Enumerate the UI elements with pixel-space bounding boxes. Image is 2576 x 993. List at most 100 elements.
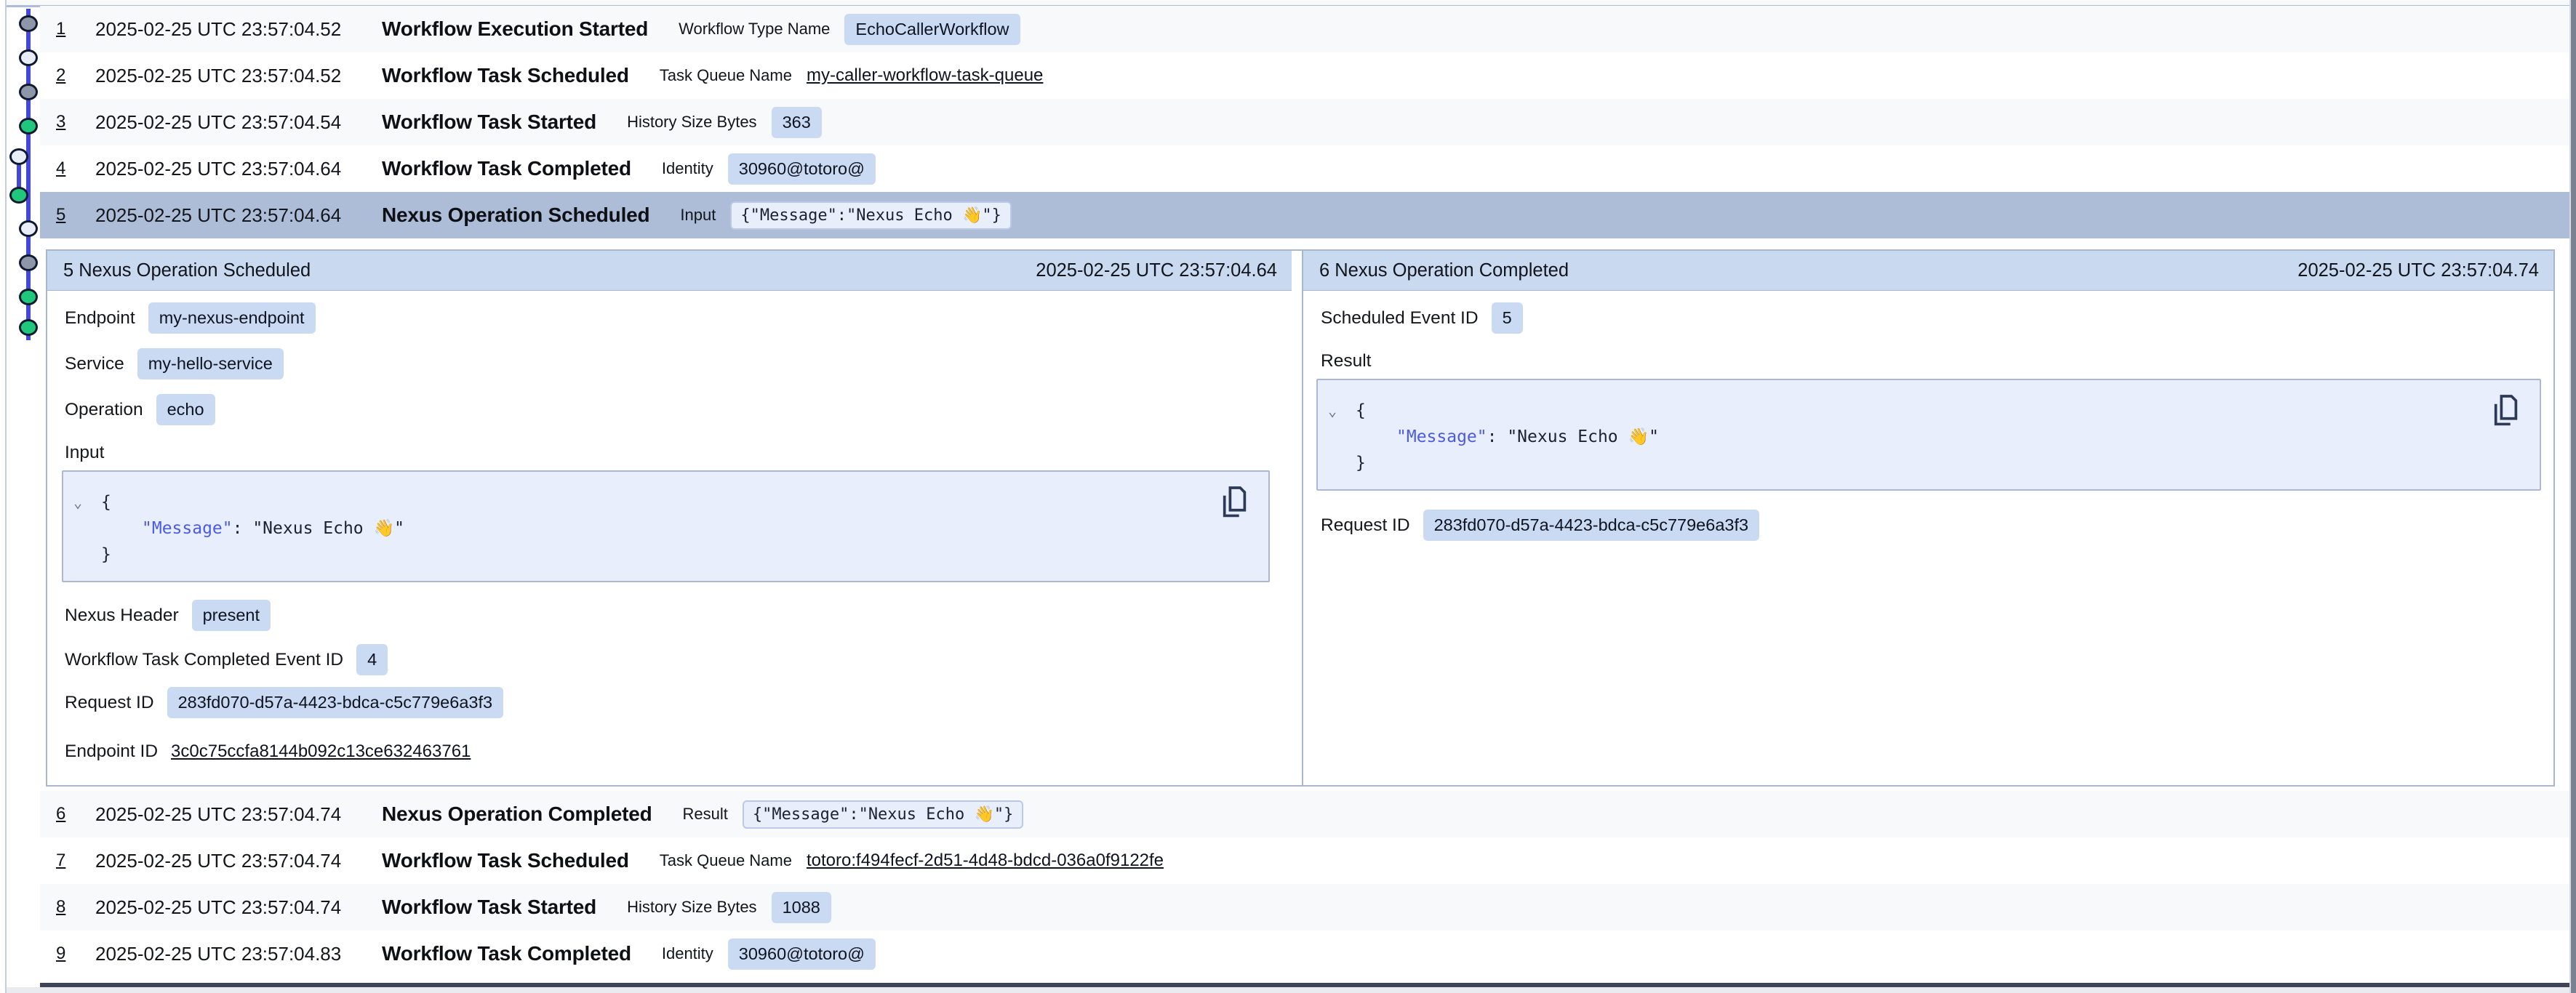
event-dot-5[interactable] (9, 148, 28, 165)
event-row-6[interactable]: 6 2025-02-25 UTC 23:57:04.74 Nexus Opera… (40, 791, 2569, 837)
input-json-viewer: ⌄{ "Message": "Nexus Echo 👋" } (62, 470, 1270, 582)
input-section-label: Input (65, 443, 1302, 463)
field-value-badge: my-hello-service (137, 348, 284, 379)
event-dot-7[interactable] (19, 220, 38, 237)
event-id-link[interactable]: 5 (56, 205, 78, 225)
field-label: Service (65, 354, 124, 374)
field-value-badge: 283fd070-d57a-4423-bdca-c5c779e6a3f3 (1423, 510, 1760, 541)
task-queue-link[interactable]: totoro:f494fecf-2d51-4d48-bdcd-036a0f912… (807, 851, 1164, 871)
event-row-2[interactable]: 2 2025-02-25 UTC 23:57:04.52 Workflow Ta… (40, 52, 2569, 99)
json-line-open: ⌄{ (1328, 398, 2525, 424)
attr-label: Task Queue Name (660, 851, 792, 870)
copy-icon[interactable] (1219, 485, 1248, 520)
attr-value-json-badge[interactable]: {"Message":"Nexus Echo 👋"} (730, 201, 1012, 230)
collapse-chevron-icon[interactable]: ⌄ (1328, 398, 1356, 424)
event-timestamp: 2025-02-25 UTC 23:57:04.74 (95, 803, 382, 826)
json-line-open: ⌄{ (73, 489, 1254, 515)
field-label: Scheduled Event ID (1321, 308, 1479, 329)
detail-panel-header[interactable]: 5 Nexus Operation Scheduled 2025-02-25 U… (47, 251, 1292, 291)
field-label: Operation (65, 400, 143, 420)
event-timestamp: 2025-02-25 UTC 23:57:04.74 (95, 850, 382, 872)
event-timestamp: 2025-02-25 UTC 23:57:04.83 (95, 943, 382, 965)
event-dot-4[interactable] (19, 118, 38, 134)
attr-value-badge: 30960@totoro@ (728, 153, 876, 185)
task-queue-link[interactable]: my-caller-workflow-task-queue (807, 65, 1043, 86)
field-endpoint-id: Endpoint ID 3c0c75ccfa8144b092c13ce63246… (65, 741, 1302, 762)
event-dot-3[interactable] (19, 84, 38, 100)
event-dot-2[interactable] (19, 49, 38, 66)
event-dot-8[interactable] (19, 254, 38, 271)
event-row-4[interactable]: 4 2025-02-25 UTC 23:57:04.64 Workflow Ta… (40, 145, 2569, 192)
field-label: Nexus Header (65, 606, 179, 626)
result-json-viewer: ⌄{ "Message": "Nexus Echo 👋" } (1316, 379, 2541, 491)
event-dot-10[interactable] (19, 319, 38, 336)
event-timestamp: 2025-02-25 UTC 23:57:04.64 (95, 204, 382, 227)
event-dot-6[interactable] (9, 187, 28, 204)
field-label: Workflow Task Completed Event ID (65, 650, 343, 670)
event-dot-9[interactable] (19, 289, 38, 305)
endpoint-id-link[interactable]: 3c0c75ccfa8144b092c13ce632463761 (171, 741, 471, 762)
event-timestamp: 2025-02-25 UTC 23:57:04.74 (95, 896, 382, 919)
detail-panel-timestamp: 2025-02-25 UTC 23:57:04.64 (1036, 260, 1277, 281)
detail-panel-event-5: 5 Nexus Operation Scheduled 2025-02-25 U… (47, 251, 1303, 785)
attr-value-json-badge[interactable]: {"Message":"Nexus Echo 👋"} (743, 800, 1024, 829)
detail-panel-header[interactable]: 6 Nexus Operation Completed 2025-02-25 U… (1303, 251, 2553, 291)
event-type: Workflow Task Started (382, 110, 596, 134)
event-row-9[interactable]: 9 2025-02-25 UTC 23:57:04.83 Workflow Ta… (40, 930, 2569, 977)
event-row-7[interactable]: 7 2025-02-25 UTC 23:57:04.74 Workflow Ta… (40, 837, 2569, 884)
field-value-badge: my-nexus-endpoint (148, 302, 316, 334)
detail-panel-title: 6 Nexus Operation Completed (1319, 260, 1569, 281)
result-section-label: Result (1321, 351, 2553, 371)
event-id-link[interactable]: 4 (56, 158, 78, 179)
json-value: "Nexus Echo 👋" (1507, 427, 1659, 446)
event-type: Workflow Task Started (382, 896, 596, 919)
json-open-brace: { (1356, 401, 1366, 420)
vertical-scrollbar[interactable] (2569, 0, 2576, 993)
event-row-1[interactable]: 1 2025-02-25 UTC 23:57:04.52 Workflow Ex… (40, 6, 2569, 52)
event-id-link[interactable]: 3 (56, 112, 78, 132)
event-rows-bottom: 6 2025-02-25 UTC 23:57:04.74 Nexus Opera… (40, 791, 2569, 977)
field-request-id: Request ID 283fd070-d57a-4423-bdca-c5c77… (1321, 510, 2553, 541)
attr-value-badge: 1088 (772, 892, 831, 923)
event-type: Workflow Execution Started (382, 17, 648, 41)
event-id-link[interactable]: 9 (56, 944, 78, 964)
event-row-8[interactable]: 8 2025-02-25 UTC 23:57:04.74 Workflow Ta… (40, 884, 2569, 930)
attr-label: History Size Bytes (627, 113, 757, 132)
field-scheduled-event-id: Scheduled Event ID 5 (1321, 302, 2553, 334)
field-label: Endpoint ID (65, 741, 158, 762)
json-close-brace: } (1356, 454, 1366, 473)
event-id-link[interactable]: 2 (56, 65, 78, 86)
field-value-badge: 4 (356, 644, 388, 675)
attr-label: Task Queue Name (660, 66, 792, 85)
attr-value-badge: 363 (772, 107, 822, 138)
event-dot-1[interactable] (19, 15, 38, 32)
field-request-id: Request ID 283fd070-d57a-4423-bdca-c5c77… (65, 687, 1302, 718)
event-rows-top: 1 2025-02-25 UTC 23:57:04.52 Workflow Ex… (40, 6, 2569, 238)
collapse-chevron-icon[interactable]: ⌄ (73, 489, 101, 515)
json-line-message: "Message": "Nexus Echo 👋" (1328, 424, 2525, 450)
attr-value-badge: EchoCallerWorkflow (844, 14, 1020, 45)
event-timestamp: 2025-02-25 UTC 23:57:04.52 (95, 65, 382, 87)
json-open-brace: { (101, 493, 111, 512)
copy-icon[interactable] (2490, 393, 2519, 428)
json-line-close: } (73, 542, 1254, 568)
event-id-link[interactable]: 8 (56, 897, 78, 917)
event-id-link[interactable]: 1 (56, 19, 78, 39)
event-timestamp: 2025-02-25 UTC 23:57:04.64 (95, 158, 382, 180)
event-row-3[interactable]: 3 2025-02-25 UTC 23:57:04.54 Workflow Ta… (40, 99, 2569, 145)
field-value-badge: 5 (1492, 302, 1523, 334)
event-type: Workflow Task Completed (382, 157, 631, 180)
json-line-close: } (1328, 450, 2525, 476)
detail-panel-timestamp: 2025-02-25 UTC 23:57:04.74 (2297, 260, 2539, 281)
detail-panel-title: 5 Nexus Operation Scheduled (63, 260, 311, 281)
event-detail-panels: 5 Nexus Operation Scheduled 2025-02-25 U… (46, 249, 2555, 787)
event-timeline-graph (0, 0, 40, 363)
json-close-brace: } (101, 545, 111, 564)
event-id-link[interactable]: 7 (56, 851, 78, 871)
event-id-link[interactable]: 6 (56, 804, 78, 824)
event-row-5-selected[interactable]: 5 2025-02-25 UTC 23:57:04.64 Nexus Opera… (40, 192, 2569, 238)
attr-value-badge: 30960@totoro@ (728, 938, 876, 970)
field-nexus-header: Nexus Header present (65, 600, 1302, 631)
field-wf-task-completed-event-id: Workflow Task Completed Event ID 4 (65, 644, 1302, 675)
workflow-history-view: 1 2025-02-25 UTC 23:57:04.52 Workflow Ex… (0, 0, 2576, 993)
